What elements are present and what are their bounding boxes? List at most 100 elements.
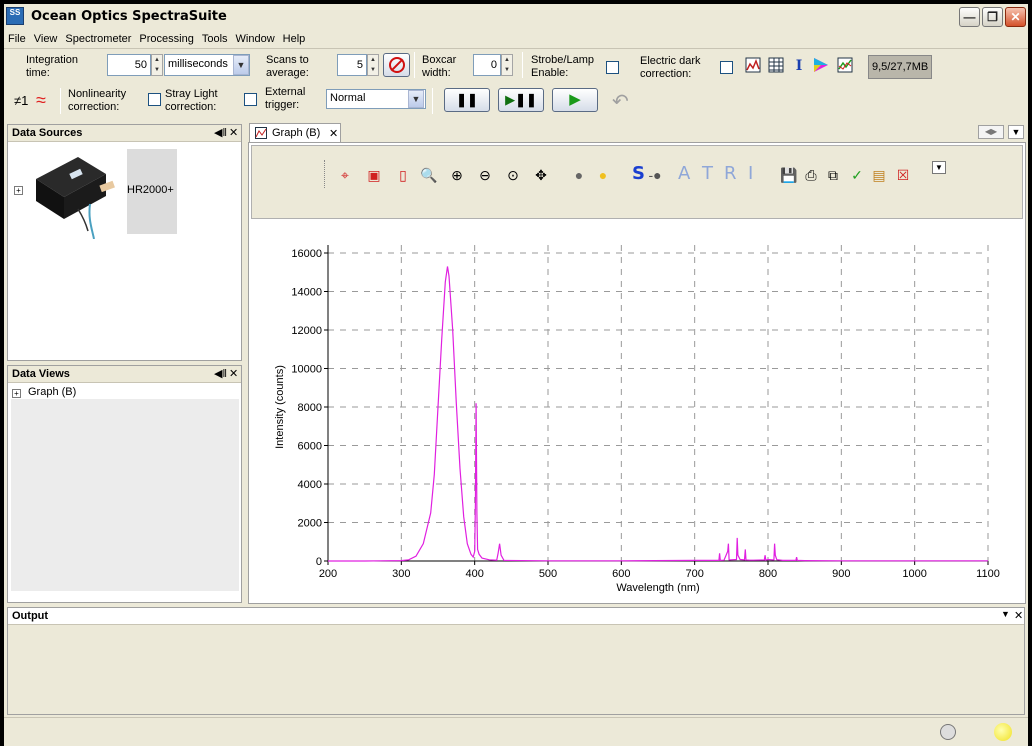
x-tick-label: 600 — [612, 568, 630, 580]
zoom-reset-icon[interactable]: ⊙ — [504, 166, 522, 184]
close-icon[interactable]: ✕ — [229, 367, 238, 380]
up-arrow-icon[interactable]: ▲ — [368, 55, 378, 65]
wave-icon: ≈ — [36, 90, 46, 110]
device-label-box[interactable]: HR2000+ — [127, 149, 177, 234]
nonlinearity-checkbox[interactable] — [148, 93, 161, 106]
zoom-box-icon[interactable]: ▣ — [365, 166, 383, 184]
trigger-label-line2: trigger: — [265, 99, 300, 111]
tab-scroll-arrows[interactable]: ◀▶ — [978, 125, 1004, 139]
chevron-down-icon[interactable]: ▼ — [233, 55, 249, 75]
expand-icon[interactable]: + — [14, 186, 23, 195]
pan-icon[interactable]: ✥ — [532, 166, 550, 184]
chevron-down-icon[interactable]: ▼ — [1008, 125, 1024, 139]
close-icon[interactable]: ✕ — [1014, 609, 1023, 622]
delete-overlay-icon[interactable]: ☒ — [894, 166, 912, 184]
integration-time-input[interactable]: 50 — [107, 54, 151, 76]
output-panel: Output ▼ ✕ — [7, 607, 1025, 715]
boxcar-width-input[interactable]: 0 — [473, 54, 501, 76]
play-button[interactable]: ▶ — [552, 88, 598, 112]
undo-icon[interactable]: ↶ — [612, 89, 629, 114]
integration-label-line2: time: — [26, 67, 50, 79]
tab-graph[interactable]: Graph (B) ✕ — [249, 123, 341, 143]
down-arrow-icon[interactable]: ▼ — [502, 65, 512, 75]
absorbance-mode-button[interactable]: A — [678, 164, 690, 184]
chevron-down-icon[interactable]: ▼ — [932, 161, 946, 174]
x-tick-label: 500 — [539, 568, 557, 580]
overlay-icon[interactable]: ✓ — [848, 166, 866, 184]
close-icon[interactable]: ✕ — [1005, 7, 1026, 27]
stop-button[interactable] — [383, 53, 410, 77]
panel-title: Data Sources — [12, 127, 83, 139]
menu-help[interactable]: Help — [279, 31, 310, 45]
up-arrow-icon[interactable]: ▲ — [502, 55, 512, 65]
irradiance-mode-button[interactable]: I — [748, 164, 753, 184]
expand-icon[interactable]: + — [12, 389, 21, 398]
menu-view[interactable]: View — [30, 31, 62, 45]
spectrometer-device-image[interactable] — [28, 149, 128, 240]
spectrum-graph-icon[interactable] — [744, 57, 762, 75]
scans-label: Scans to average: — [266, 54, 309, 80]
boxcar-stepper[interactable]: ▲ ▼ — [501, 54, 513, 76]
zoom-vertical-icon[interactable]: ▯ — [394, 166, 412, 184]
scope-mode-button[interactable]: S — [632, 164, 645, 184]
text-icon[interactable]: I — [790, 57, 808, 75]
crosshair-icon[interactable]: ⌖ — [336, 166, 354, 184]
up-arrow-icon[interactable]: ▲ — [152, 55, 162, 65]
menu-file[interactable]: File — [4, 31, 30, 45]
scans-to-average-input[interactable]: 5 — [337, 54, 367, 76]
x-tick-label: 800 — [759, 568, 777, 580]
tab-label: Graph (B) — [272, 127, 321, 139]
minimize-icon[interactable]: — — [959, 7, 980, 27]
y-tick-label: 10000 — [291, 364, 322, 376]
zoom-fit-icon[interactable]: 🔍 — [420, 166, 438, 184]
menu-processing[interactable]: Processing — [135, 31, 197, 45]
status-light-icon — [994, 723, 1012, 741]
down-arrow-icon[interactable]: ▼ — [152, 65, 162, 75]
color-icon[interactable] — [812, 57, 830, 75]
dark-spectrum-icon[interactable]: -● — [646, 166, 664, 184]
device-name: HR2000+ — [127, 184, 174, 196]
save-icon[interactable]: 💾 — [780, 166, 798, 184]
panel-menu-icon[interactable]: ▼ — [1001, 609, 1010, 619]
integration-time-stepper[interactable]: ▲ ▼ — [151, 54, 163, 76]
print-icon[interactable]: ⎙ — [802, 166, 820, 184]
export-icon[interactable]: ▤ — [870, 166, 888, 184]
x-axis-label: Wavelength (nm) — [616, 582, 699, 594]
scans-stepper[interactable]: ▲ ▼ — [367, 54, 379, 76]
data-views-panel: Data Views ◀‖ ✕ + Graph (B) — [7, 365, 242, 603]
menu-window[interactable]: Window — [232, 31, 279, 45]
transmission-mode-button[interactable]: T — [702, 164, 713, 184]
zoom-out-icon[interactable]: ⊖ — [476, 166, 494, 184]
no-entry-icon — [389, 57, 405, 73]
restore-panel-icon[interactable]: ◀‖ — [214, 367, 227, 380]
stray-light-label: Stray Light correction: — [165, 88, 218, 114]
stray-light-checkbox[interactable] — [244, 93, 257, 106]
network-status-icon[interactable] — [940, 724, 956, 740]
spectrum-chart[interactable]: 200 300 400 500 600 700 800 900 1000 1100 0 2000 400… — [249, 223, 1025, 603]
menu-spectrometer[interactable]: Spectrometer — [61, 31, 135, 45]
table-icon[interactable] — [767, 57, 785, 75]
maximize-icon[interactable]: ❐ — [982, 7, 1003, 27]
data-view-item-graph[interactable]: Graph (B) — [28, 386, 76, 398]
copy-icon[interactable]: ⧉ — [824, 166, 842, 184]
restore-panel-icon[interactable]: ◀‖ — [214, 126, 227, 139]
close-icon[interactable]: ✕ — [229, 126, 238, 139]
down-arrow-icon[interactable]: ▼ — [368, 65, 378, 75]
zoom-in-icon[interactable]: ⊕ — [448, 166, 466, 184]
lightbulb-on-icon[interactable]: ● — [594, 166, 612, 184]
play-icon: ▶ — [569, 91, 581, 108]
chevron-down-icon[interactable]: ▼ — [408, 90, 424, 108]
close-icon[interactable]: ✕ — [329, 127, 338, 140]
memory-indicator[interactable]: 9,5/27,7MB — [868, 55, 932, 79]
electric-dark-checkbox[interactable] — [720, 61, 733, 74]
menu-tools[interactable]: Tools — [198, 31, 232, 45]
x-tick-label: 400 — [465, 568, 483, 580]
scans-label-line1: Scans to — [266, 54, 309, 66]
lightbulb-off-icon[interactable]: ● — [570, 166, 588, 184]
pause-button[interactable]: ❚❚ — [444, 88, 490, 112]
reflection-mode-button[interactable]: R — [724, 164, 737, 184]
overlay-graph-icon[interactable] — [836, 57, 854, 75]
strobe-lamp-checkbox[interactable] — [606, 61, 619, 74]
step-button[interactable]: ▶❚❚ — [498, 88, 544, 112]
data-sources-panel: Data Sources ◀‖ ✕ + HR2000+ — [7, 124, 242, 361]
